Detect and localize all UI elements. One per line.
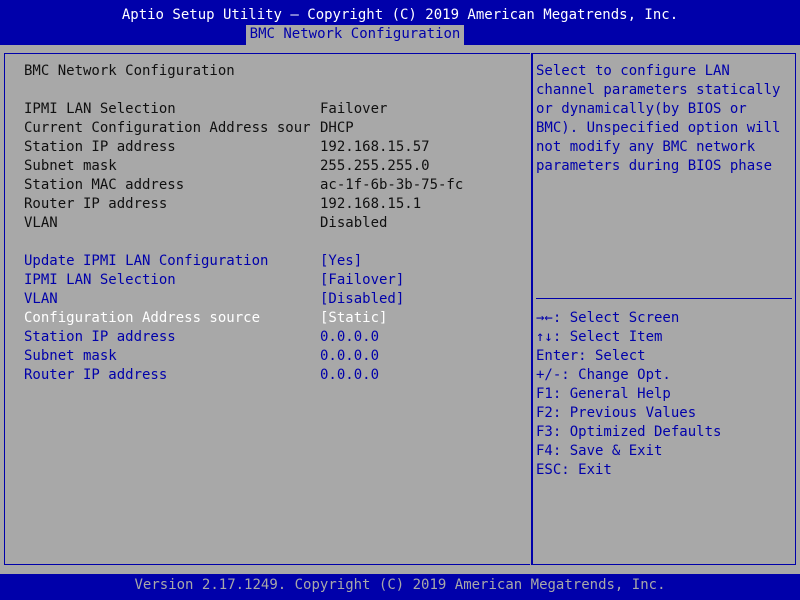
info-value-station-mac: ac-1f-6b-3b-75-fc xyxy=(320,177,464,193)
setting-subnet-mask[interactable]: Subnet mask xyxy=(24,347,117,366)
setting-update-ipmi-lan-config-value[interactable]: [Yes] xyxy=(320,252,362,271)
setting-config-address-source-value[interactable]: [Static] xyxy=(320,309,387,328)
setting-ipmi-lan-selection-value[interactable]: [Failover] xyxy=(320,271,404,290)
key-help-f1: F1: General Help xyxy=(536,386,671,402)
setting-router-ip[interactable]: Router IP address xyxy=(24,366,167,385)
setting-subnet-mask-value[interactable]: 0.0.0.0 xyxy=(320,347,379,366)
info-label-station-mac: Station MAC address xyxy=(24,177,185,193)
tab-bmc-network-configuration[interactable]: BMC Network Configuration xyxy=(246,25,464,45)
info-label-vlan: VLAN xyxy=(24,215,58,231)
key-help-select-item: ↑↓: Select Item xyxy=(536,329,663,345)
app-title: Aptio Setup Utility – Copyright (C) 2019… xyxy=(121,7,679,23)
info-label-router-ip: Router IP address xyxy=(24,196,168,212)
setting-config-address-source[interactable]: Configuration Address source xyxy=(24,309,260,328)
help-description-line: BMC). Unspecified option will xyxy=(536,120,781,136)
help-separator xyxy=(536,298,792,299)
key-help-select-screen: →←: Select Screen xyxy=(536,310,680,326)
setting-station-ip[interactable]: Station IP address xyxy=(24,328,176,347)
help-description-line: or dynamically(by BIOS or xyxy=(536,101,747,117)
info-value-current-config-source: DHCP xyxy=(320,120,354,136)
setting-update-ipmi-lan-config[interactable]: Update IPMI LAN Configuration xyxy=(24,252,268,271)
key-help-f2: F2: Previous Values xyxy=(536,405,697,421)
info-label-station-ip: Station IP address xyxy=(24,139,176,155)
help-description-line: parameters during BIOS phase xyxy=(536,158,773,174)
info-value-subnet-mask: 255.255.255.0 xyxy=(320,158,430,174)
info-label-current-config-source: Current Configuration Address sour xyxy=(24,120,311,136)
key-help-esc: ESC: Exit xyxy=(536,462,612,478)
help-description-line: not modify any BMC network xyxy=(536,139,756,155)
info-value-router-ip: 192.168.15.1 xyxy=(320,196,422,212)
info-value-ipmi-lan-selection: Failover xyxy=(320,101,388,117)
setting-vlan-value[interactable]: [Disabled] xyxy=(320,290,404,309)
setting-vlan[interactable]: VLAN xyxy=(24,290,58,309)
info-label-ipmi-lan-selection: IPMI LAN Selection xyxy=(24,101,176,117)
footer-version-text: Version 2.17.1249. Copyright (C) 2019 Am… xyxy=(134,577,666,593)
setting-ipmi-lan-selection[interactable]: IPMI LAN Selection xyxy=(24,271,176,290)
info-value-vlan: Disabled xyxy=(320,215,388,231)
key-help-change-opt: +/-: Change Opt. xyxy=(536,367,671,383)
key-help-f4: F4: Save & Exit xyxy=(536,443,663,459)
key-help-enter: Enter: Select xyxy=(536,348,646,364)
info-label-subnet-mask: Subnet mask xyxy=(24,158,117,174)
help-description-line: channel parameters statically xyxy=(536,82,781,98)
info-value-station-ip: 192.168.15.57 xyxy=(320,139,430,155)
help-description-line: Select to configure LAN xyxy=(536,63,730,79)
setting-station-ip-value[interactable]: 0.0.0.0 xyxy=(320,328,379,347)
setting-router-ip-value[interactable]: 0.0.0.0 xyxy=(320,366,379,385)
section-title: BMC Network Configuration xyxy=(24,63,235,79)
key-help-f3: F3: Optimized Defaults xyxy=(536,424,722,440)
